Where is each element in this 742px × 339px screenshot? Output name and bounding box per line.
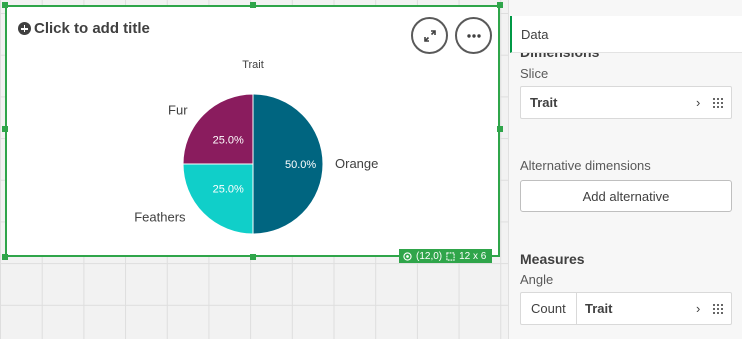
slice-label: Slice <box>520 66 549 81</box>
position-icon <box>403 251 412 261</box>
resize-handle-top[interactable] <box>250 2 256 8</box>
tab-data-label: Data <box>521 27 549 42</box>
pie-slice-fur[interactable] <box>182 93 254 165</box>
size-icon <box>446 251 455 261</box>
resize-handle-right[interactable] <box>497 126 503 132</box>
tab-data[interactable]: Data <box>510 16 742 53</box>
slice-field-name: Trait <box>530 95 558 110</box>
angle-measure-field[interactable]: Count Trait › <box>520 292 732 325</box>
field-divider <box>576 293 577 324</box>
position-text: (12,0) <box>416 250 443 262</box>
resize-handle-top-right[interactable] <box>497 2 503 8</box>
resize-handle-bottom-left[interactable] <box>2 254 8 260</box>
slice-category-label: Orange <box>335 156 378 171</box>
chart-subtitle-trait: Trait <box>242 59 264 71</box>
pie-chart-svg: Trait 50.0% Orange 25.0% Feathers 25.0% Fur <box>134 59 378 235</box>
slice-value-label: 25.0% <box>213 184 244 196</box>
position-size-badge: (12,0) 12 x 6 <box>399 249 492 263</box>
chevron-right-icon: › <box>696 95 701 110</box>
alternative-dimensions-label: Alternative dimensions <box>520 158 651 173</box>
slice-value-label: 50.0% <box>285 159 316 171</box>
pie-slice-feathers[interactable] <box>182 163 254 235</box>
drag-handle-icon[interactable] <box>712 303 723 315</box>
measure-aggregation: Count <box>531 301 566 316</box>
size-text: 12 x 6 <box>459 250 487 262</box>
slice-dimension-field[interactable]: Trait › <box>520 86 732 119</box>
measures-heading: Measures <box>520 251 585 267</box>
add-alternative-button[interactable]: Add alternative <box>520 180 732 212</box>
resize-handle-left[interactable] <box>2 126 8 132</box>
drag-handle-icon[interactable] <box>712 97 723 109</box>
angle-label: Angle <box>520 272 554 287</box>
slice-category-label: Fur <box>168 103 188 118</box>
resize-handle-top-left[interactable] <box>2 2 8 8</box>
chevron-right-icon: › <box>696 301 701 316</box>
slice-category-label: Feathers <box>134 209 186 224</box>
slice-value-label: 25.0% <box>213 134 244 146</box>
measure-field-name: Trait <box>585 301 613 316</box>
resize-handle-bottom[interactable] <box>250 254 256 260</box>
